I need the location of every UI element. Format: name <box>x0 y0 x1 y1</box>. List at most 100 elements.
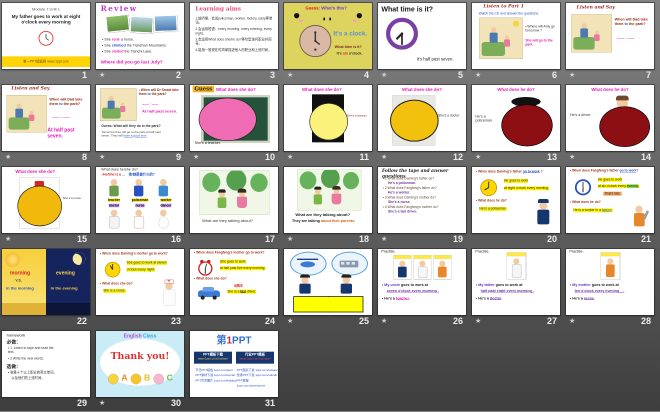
link-list-left[interactable]: 节日PPT模板 1ppt.com/jieri/PPT素材下载 1ppt.com/… <box>195 368 236 383</box>
slide-thumbnail-12[interactable]: What does she do? She's a doctor. <box>378 85 466 151</box>
question-1: • When does Fangfang's mother go to work… <box>194 251 265 255</box>
train-window <box>341 262 345 265</box>
slide-thumbnail-29[interactable]: homework 必做： • 1. Listen to tape and rea… <box>2 331 90 397</box>
slide-footer: ★ 6 <box>472 69 560 81</box>
slide-footer: ★ 18 <box>284 233 372 245</box>
slide-thumbnail-9[interactable]: • When will Dr Smart take them to the pa… <box>96 85 184 151</box>
thought-bubble-helicopter <box>290 251 327 276</box>
required-2: • 2.Write the new words. <box>8 357 44 361</box>
time-question: What time is it? <box>334 45 362 50</box>
worker-body <box>158 185 169 197</box>
slide-title: Review <box>100 4 138 14</box>
slide-thumbnail-25[interactable] <box>284 249 372 315</box>
q2: • 2.What does Fangfang's father do? <box>382 186 437 191</box>
animation-star-icon: ★ <box>99 154 106 161</box>
question: • Where will Amy go tomorrow ? <box>525 25 555 33</box>
slide-thumbnail-6[interactable]: Listen to Part 1 Watch the CD and answer… <box>472 3 560 69</box>
slide-thumbnail-1[interactable]: Module 7 Unit 1 My father goes to work a… <box>2 3 90 69</box>
slide-thumbnail-2[interactable]: Review • She rode a horse. • She climbed… <box>96 3 184 69</box>
card-label <box>433 255 452 260</box>
boy-body <box>313 194 323 205</box>
amy-body <box>504 39 511 47</box>
animation-star-icon: ★ <box>475 318 482 325</box>
answer: She's a doctor. <box>438 113 460 118</box>
answer-1a: He goes to work <box>504 179 529 184</box>
slide-thumbnail-23[interactable]: • When does Daming's mother go to work? … <box>96 249 184 315</box>
slide-thumbnail-5[interactable]: What time is it? It's half past seven. <box>378 3 466 69</box>
slide-thumbnail-10[interactable]: Guess What does she do? She's a teacher. <box>190 85 278 151</box>
slide-thumbnail-28[interactable]: Practise. • My mother goes to work at te… <box>566 249 654 315</box>
slide-cell: Module 7 Unit 1 My father goes to work a… <box>2 3 90 81</box>
guess-question: Guess: What's this? <box>305 5 347 11</box>
policeman-figure <box>135 179 143 186</box>
question-1: • When does Daming's father go to work ? <box>476 169 543 174</box>
slide-thumbnail-14[interactable]: What does he do? He's a driver. <box>566 85 654 151</box>
sentence-3: • He's a teacher. <box>382 296 410 301</box>
slide-thumbnail-15[interactable]: What does she do? She's a nurse. <box>2 167 90 233</box>
slide-number: 1 <box>81 70 87 80</box>
slide-cell: • When does Fangfang's father go to work… <box>566 167 654 245</box>
link-box-1[interactable]: PPT模板下载 www.1ppt.com/moban/ <box>194 351 233 364</box>
answer: She's a nurse. <box>62 196 82 200</box>
slide-footer: ★ 28 <box>566 315 654 327</box>
cover-ellipse <box>390 99 439 142</box>
slide-footer: ★1 <box>2 69 90 81</box>
rabbit-cartoon <box>153 373 165 385</box>
slide-number: 19 <box>452 234 463 244</box>
girl-dress <box>331 193 342 205</box>
slide-thumbnail-11[interactable]: What does she do? She's a dancer. <box>284 85 372 151</box>
slide-footer: ★ 27 <box>472 315 560 327</box>
label-policeman: policeman <box>131 198 149 203</box>
optional-2: 以及他们的上班时间。 <box>11 376 45 381</box>
question: What are they talking about? <box>295 212 351 218</box>
slide-thumbnail-30[interactable]: English Class Thank you! A B C <box>96 331 184 397</box>
header: English Class <box>123 333 157 339</box>
slide-footer: ★20 <box>472 233 560 245</box>
evening-phrase: in the evening <box>50 285 78 291</box>
slide-thumbnail-21[interactable]: • When does Fangfang's father go to work… <box>566 167 654 233</box>
slide-footer: ★ 14 <box>566 151 654 163</box>
answer-big: It's a clock. <box>333 30 368 38</box>
slide-thumbnail-16[interactable]: ·What does he/she do? –He/She is a … 他/她… <box>96 167 184 233</box>
dad-body <box>489 32 498 43</box>
link-box-2[interactable]: 行业PPT模板 www.1ppt.com/hangye/ <box>236 351 275 364</box>
slide-thumbnail-24[interactable]: • When does Fangfang's mother go to work… <box>190 249 278 315</box>
slide-thumbnail-7[interactable]: Listen and Say When will Dad take them t… <box>566 3 654 69</box>
slide-thumbnail-3[interactable]: Learning aims 1.能听懂、会说policeman, worker,… <box>190 3 278 69</box>
slide-thumbnail-20[interactable]: • When does Daming's father go to work ?… <box>472 167 560 233</box>
bullet-1: • She rode a horse. <box>102 37 135 42</box>
review-question: Where did you go last July? <box>100 59 163 65</box>
sentence-3: • He's a doctor. <box>476 296 503 301</box>
slide-thumbnail-27[interactable]: Practise. • My father goes to work at ha… <box>472 249 560 315</box>
moon-icon <box>72 252 86 266</box>
alarm-clock-icon <box>198 259 213 276</box>
slide-cell: What does she do? She's a doctor. ★ 12 <box>378 85 466 163</box>
link-list-right[interactable]: PPT图表下载 1ppt.com/tubiao/优秀PPT下载 1ppt.com… <box>237 368 278 388</box>
aim-4: 4.能用一般现在时简单描述他人的职业和上班时间。 <box>195 48 272 53</box>
slide-footer: ★ 30 <box>96 397 184 409</box>
answer-2: He is a worker in a factory. <box>573 208 613 213</box>
slide-footer: ★ 8 <box>2 151 90 163</box>
slide-cell: Learning aims 1.能听懂、会说policeman, worker,… <box>190 3 278 81</box>
slide-thumbnail-13[interactable]: What does he do? He's a policeman. <box>472 85 560 151</box>
slide-thumbnail-19[interactable]: Follow the tape and answer questions • 1… <box>378 167 466 233</box>
nurse-figure <box>135 209 143 217</box>
amy-body <box>28 114 35 122</box>
letter-b: B <box>144 372 151 383</box>
question-2: • What does she do? <box>100 281 133 286</box>
story-picture <box>479 17 523 60</box>
cheek-right <box>352 19 357 23</box>
slide-thumbnail-26[interactable]: Practise. • My uncle goes to work at sev… <box>378 249 466 315</box>
answer: They are talking about their parents. <box>292 219 356 224</box>
slide-thumbnail-8[interactable]: Listen and Say When will Dad take them t… <box>2 85 90 151</box>
slide-footer: ★ 26 <box>378 315 466 327</box>
slide-thumbnail-31[interactable]: 第1PPT PPT模板下载 www.1ppt.com/moban/ 行业PPT模板… <box>190 331 278 397</box>
slide-cell: Listen and Say When will Dad take them t… <box>2 85 90 163</box>
slide-thumbnail-17[interactable]: What are they talking about? <box>190 167 278 233</box>
slide-title: Listen and Say <box>576 4 615 10</box>
slide-thumbnail-18[interactable]: What are they talking about? They are ta… <box>284 167 372 233</box>
question-1: • When does Fangfang's father go to work… <box>570 169 639 173</box>
morning-half: morning V.S. in the morning <box>2 249 47 315</box>
slide-thumbnail-22[interactable]: morning V.S. in the morning evening in t… <box>2 249 90 315</box>
slide-thumbnail-4[interactable]: Guess: What's this? It's a clock. What t… <box>284 3 372 69</box>
